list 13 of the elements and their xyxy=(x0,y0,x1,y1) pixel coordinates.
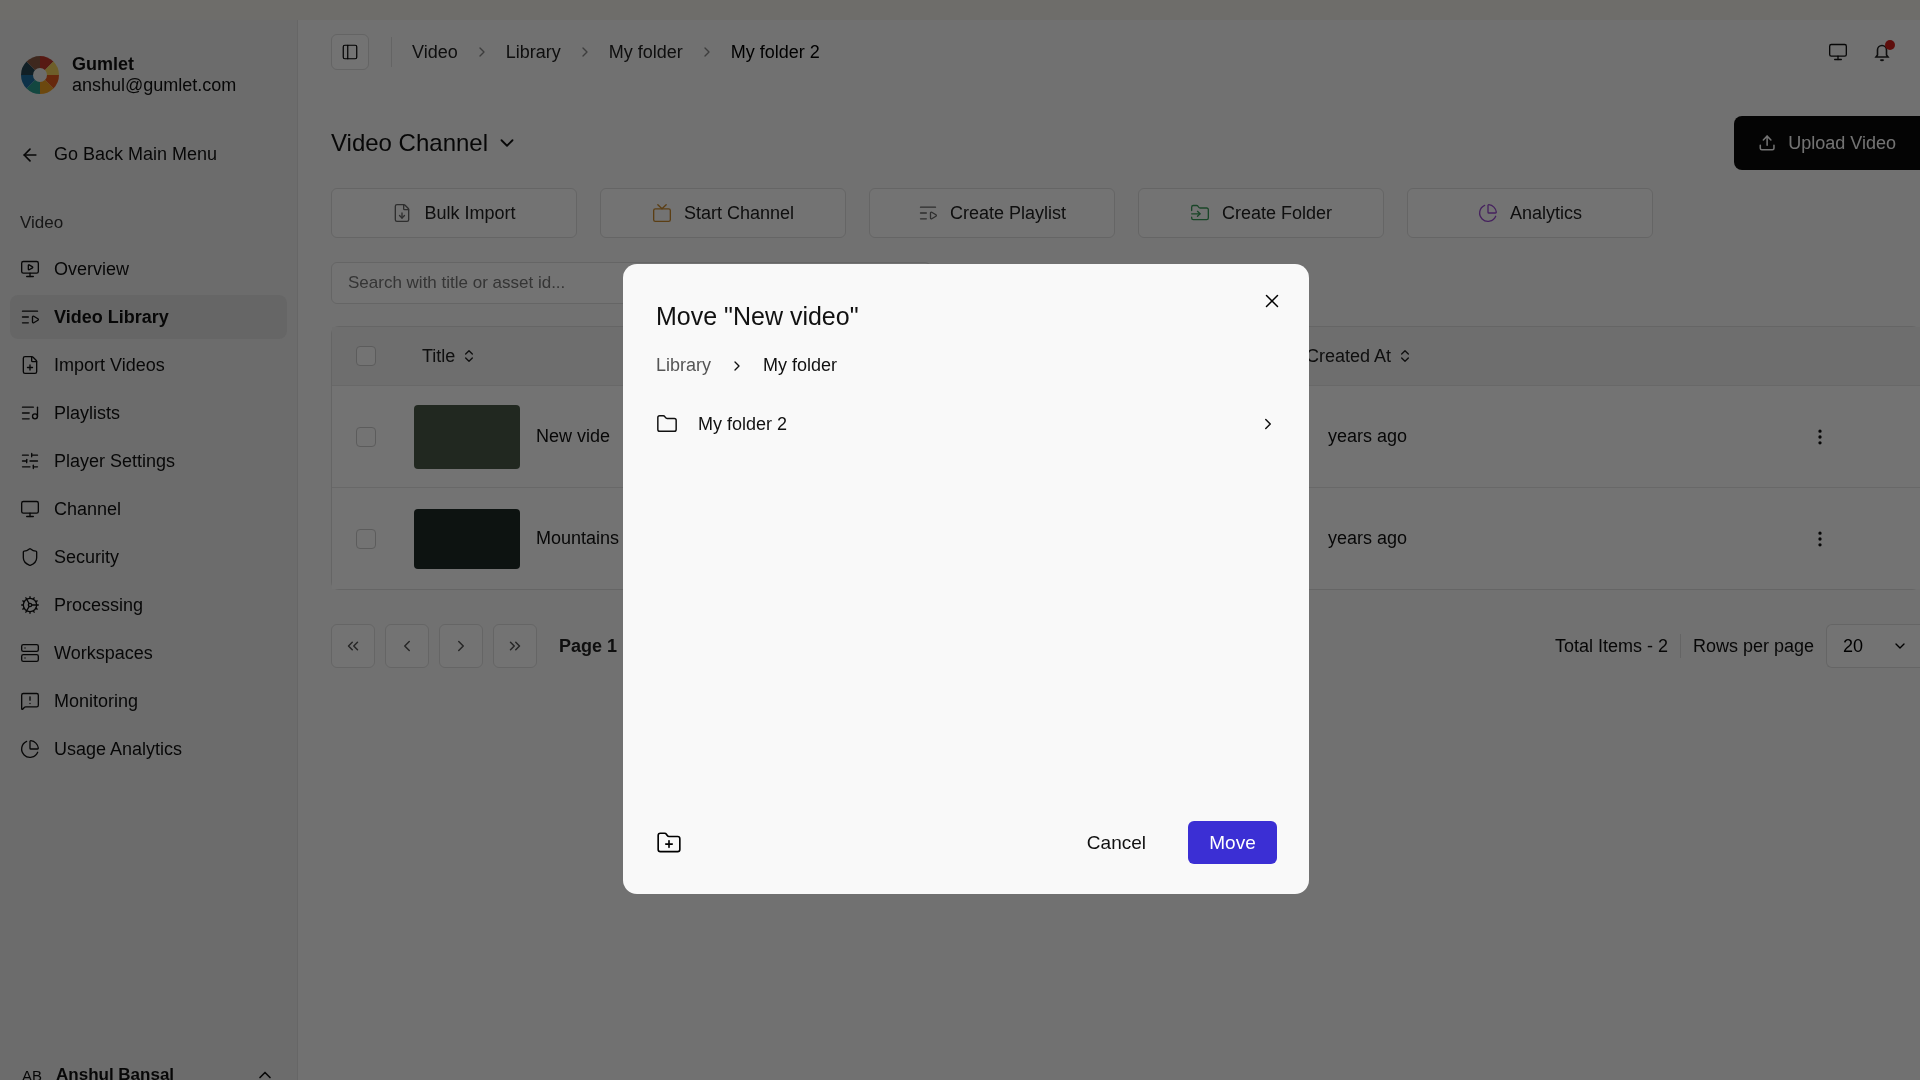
page-title: Video Channel xyxy=(331,129,489,157)
org-name: Gumlet xyxy=(72,54,135,75)
user-name: Anshul Bansal xyxy=(56,1065,176,1080)
created-date: years ago xyxy=(1328,528,1409,549)
created-date: years ago xyxy=(1328,426,1409,447)
rows-per-page-label: Rows per page xyxy=(1692,635,1814,657)
section-label: Video xyxy=(20,213,65,233)
total-items: Total Items - 2 xyxy=(1554,635,1668,657)
folder-name: My folder 2 xyxy=(698,413,789,435)
page-indicator: Page 1 xyxy=(559,635,618,657)
user-initials: AB xyxy=(22,1066,42,1080)
user-email: anshul@gumlet.com xyxy=(72,75,237,96)
dialog-title: Move "New video" xyxy=(656,302,860,331)
